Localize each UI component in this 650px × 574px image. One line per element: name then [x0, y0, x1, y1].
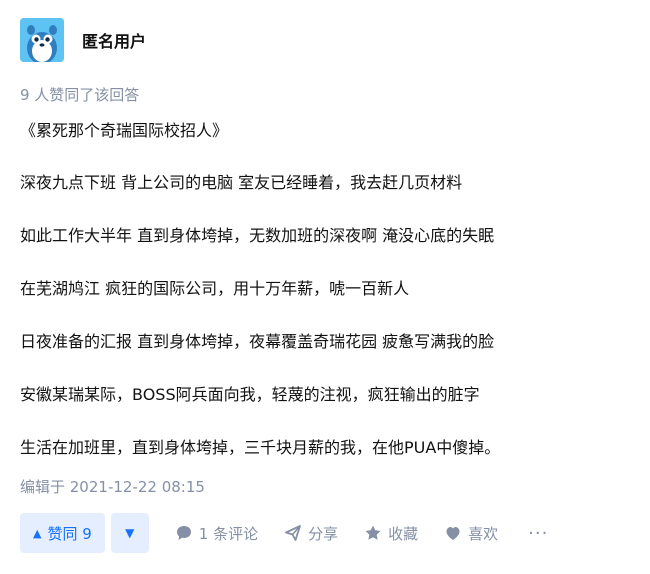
- downvote-button[interactable]: ▼: [110, 513, 149, 553]
- poem-line: 深夜九点下班 背上公司的电脑 室友已经睡着，我去赶几页材料: [20, 173, 463, 192]
- paper-plane-icon: [285, 525, 301, 541]
- favorite-button[interactable]: 收藏: [364, 523, 418, 544]
- more-dots-icon: ···: [528, 522, 549, 544]
- like-button[interactable]: 喜欢: [444, 523, 498, 544]
- favorite-label: 收藏: [388, 524, 419, 543]
- action-bar: ▲ 赞同 9 ▼ 1 条评论 分享 收藏 喜欢 ···: [20, 513, 548, 553]
- poem-title: 《累死那个奇瑞国际校招人》: [20, 121, 229, 140]
- author-name[interactable]: 匿名用户: [82, 28, 146, 52]
- upvote-count-note: 9 人赞同了该回答: [20, 86, 140, 104]
- avatar[interactable]: [20, 18, 64, 62]
- heart-icon: [446, 527, 460, 540]
- upvote-button[interactable]: ▲ 赞同 9: [20, 513, 105, 553]
- share-button[interactable]: 分享: [284, 523, 338, 544]
- like-label: 喜欢: [468, 524, 499, 543]
- comment-icon: [176, 526, 191, 540]
- answer-content: 《累死那个奇瑞国际校招人》 深夜九点下班 背上公司的电脑 室友已经睡着，我去赶几…: [20, 118, 630, 488]
- poem-line: 安徽某瑞某际，BOSS阿兵面向我，轻蔑的注视，疯狂输出的脏字: [20, 385, 480, 404]
- comment-button[interactable]: 1 条评论: [175, 523, 258, 544]
- share-label: 分享: [308, 524, 339, 543]
- poem-line: 日夜准备的汇报 直到身体垮掉，夜幕覆盖奇瑞花园 疲惫写满我的脸: [20, 332, 495, 351]
- comment-label: 1 条评论: [198, 524, 259, 543]
- edited-timestamp[interactable]: 编辑于 2021-12-22 08:15: [20, 476, 205, 497]
- anonymous-avatar-icon: [20, 18, 64, 62]
- answer-card: 匿名用户 9 人赞同了该回答 《累死那个奇瑞国际校招人》 深夜九点下班 背上公司…: [0, 0, 650, 574]
- poem-line: 生活在加班里，直到身体垮掉，三千块月薪的我，在他PUA中傻掉。: [20, 438, 501, 457]
- more-button[interactable]: ···: [528, 523, 548, 544]
- upvote-label: 赞同 9: [47, 524, 92, 543]
- caret-down-icon: ▼: [125, 526, 135, 540]
- poem-line: 在芜湖鸠江 疯狂的国际公司，用十万年薪，唬一百新人: [20, 279, 410, 298]
- poem-line: 如此工作大半年 直到身体垮掉，无数加班的深夜啊 淹没心底的失眠: [20, 226, 495, 245]
- star-icon: [365, 525, 381, 540]
- caret-up-icon: ▲: [33, 526, 42, 540]
- author-header: 匿名用户: [20, 18, 146, 62]
